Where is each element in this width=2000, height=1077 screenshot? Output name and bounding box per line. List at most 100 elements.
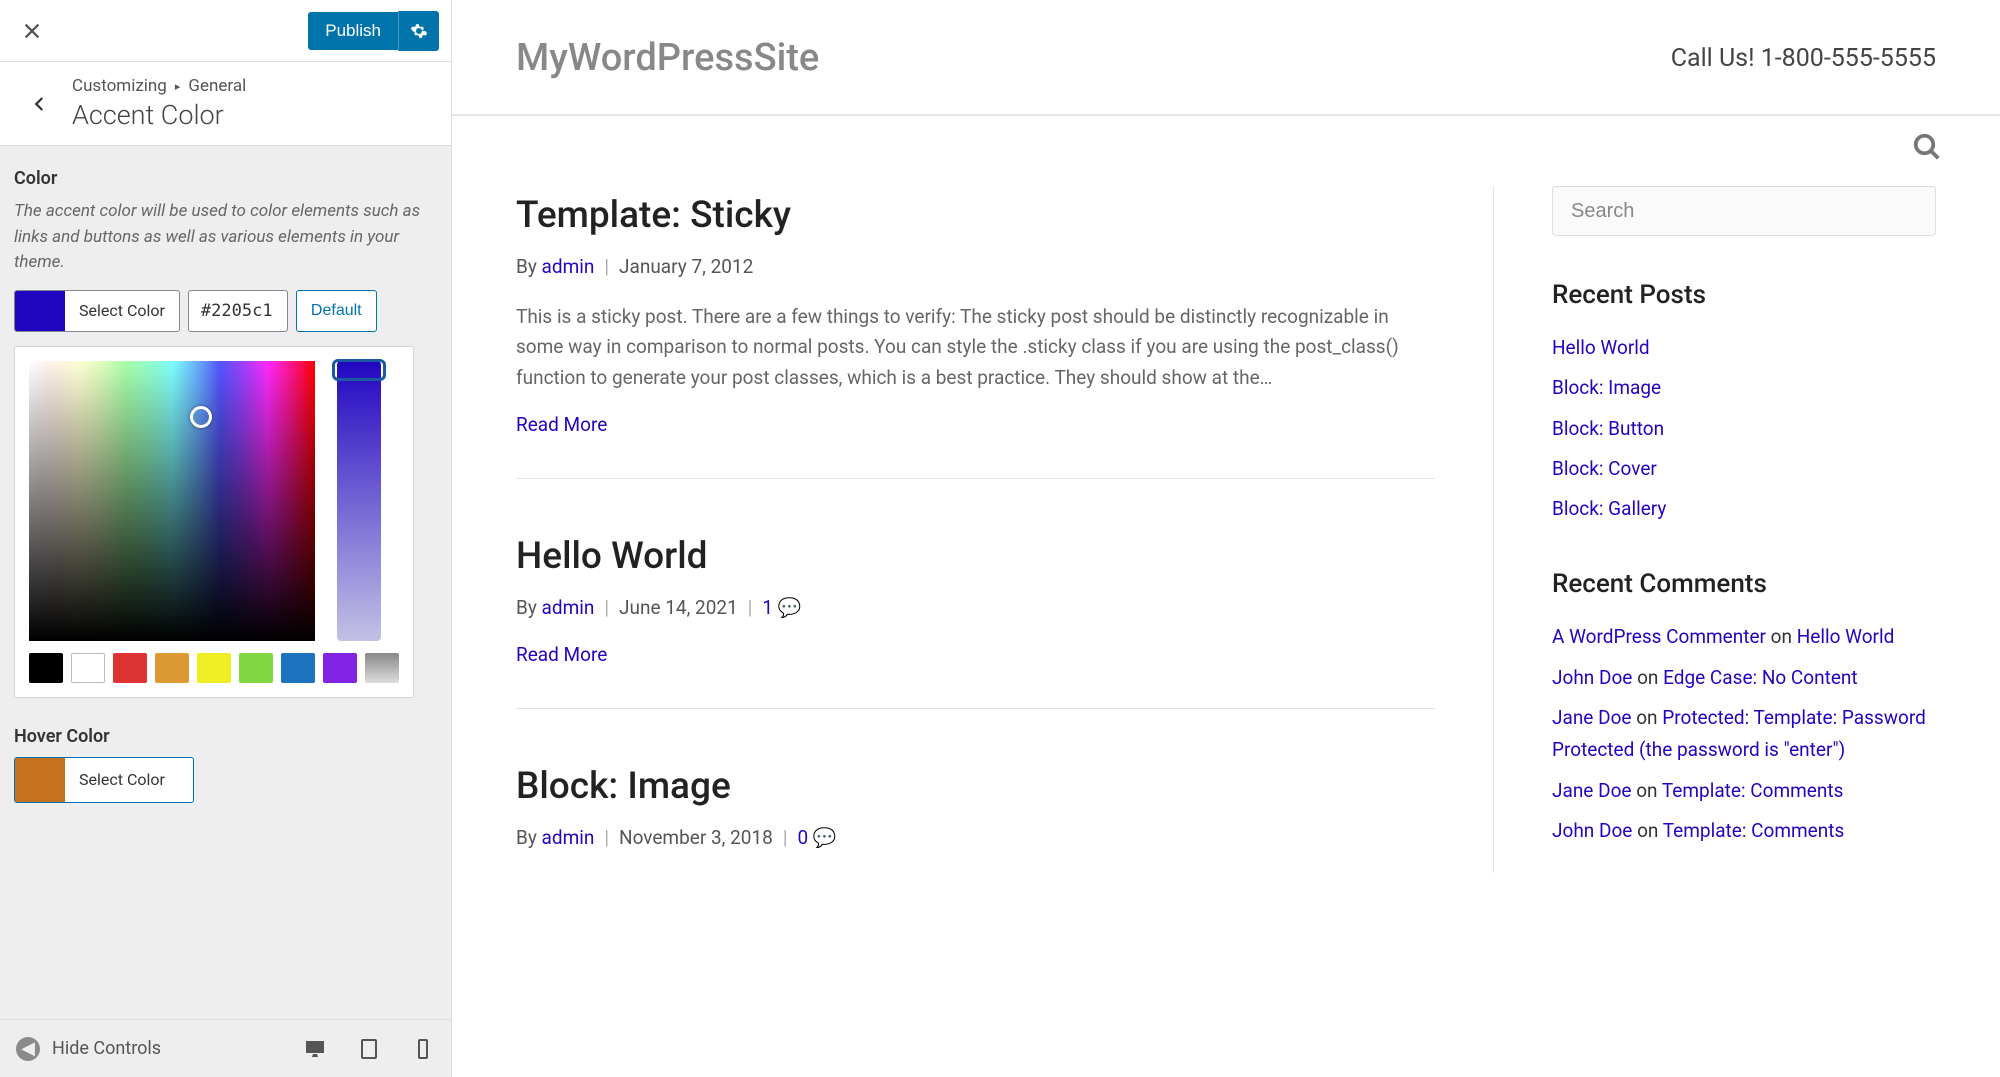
publish-group: Publish (308, 11, 439, 51)
breadcrumb: Customizing ▸ General (72, 76, 246, 96)
post-comments-link[interactable]: 1 💬 (762, 596, 801, 619)
recent-post-link[interactable]: Block: Button (1552, 417, 1664, 440)
meta-sep: | (748, 596, 753, 619)
recent-posts-widget: Recent Posts Hello WorldBlock: ImageBloc… (1552, 280, 1936, 525)
recent-comment-item: Jane Doe on Protected: Template: Passwor… (1552, 702, 1936, 767)
sidebar-footer: ◀ Hide Controls (0, 1019, 451, 1077)
default-button[interactable]: Default (296, 290, 377, 332)
read-more-link[interactable]: Read More (516, 643, 607, 666)
preset-green[interactable] (239, 653, 273, 683)
on-text: on (1766, 625, 1797, 648)
post-title[interactable]: Template: Sticky (516, 194, 1435, 237)
preset-orange[interactable] (155, 653, 189, 683)
post-meta: By admin | January 7, 2012 (516, 255, 1435, 278)
site-title[interactable]: MyWordPressSite (516, 36, 819, 80)
hue-slider[interactable] (337, 361, 381, 641)
saturation-value-area[interactable] (29, 361, 315, 641)
close-icon (21, 20, 43, 42)
select-color-button[interactable]: Select Color (14, 290, 180, 332)
recent-post-link[interactable]: Block: Image (1552, 376, 1661, 399)
publish-button[interactable]: Publish (308, 12, 398, 50)
post-date: January 7, 2012 (619, 255, 753, 278)
search-input[interactable] (1552, 186, 1936, 236)
hover-select-color-label: Select Color (65, 758, 179, 802)
recent-post-item: Block: Button (1552, 413, 1936, 445)
hover-field-label: Hover Color (14, 726, 437, 747)
gear-icon (410, 22, 428, 40)
post-title[interactable]: Block: Image (516, 765, 1435, 808)
breadcrumb-current: General (188, 76, 246, 96)
post: Hello World By admin|June 14, 2021|1 💬 R… (516, 527, 1435, 709)
post: Template: Sticky By admin | January 7, 201… (516, 186, 1435, 479)
post-by: By (516, 255, 542, 278)
comment-author-link[interactable]: Jane Doe (1552, 779, 1631, 802)
recent-post-item: Block: Image (1552, 372, 1936, 404)
recent-comments-widget: Recent Comments A WordPress Commenter on… (1552, 569, 1936, 847)
color-picker (14, 346, 414, 698)
preview-toolbar (452, 116, 2000, 166)
post-meta: By admin | November 3, 2018 | 0 💬 (516, 826, 1435, 849)
meta-sep: | (783, 826, 788, 849)
post-author-link[interactable]: admin (542, 596, 595, 619)
on-text: on (1632, 819, 1662, 842)
post-date: November 3, 2018 (619, 826, 773, 849)
post-title[interactable]: Hello World (516, 535, 1435, 578)
breadcrumb-root: Customizing (72, 76, 167, 96)
comment-author-link[interactable]: Jane Doe (1552, 706, 1631, 729)
preset-yellow[interactable] (197, 653, 231, 683)
recent-posts-list: Hello World Block: Image Block: Button Bloc… (1552, 332, 1936, 525)
preset-purple[interactable] (323, 653, 357, 683)
meta-sep: | (604, 826, 609, 849)
comment-author-link[interactable]: John Doe (1552, 666, 1632, 689)
meta-sep: | (604, 596, 609, 619)
site-header: MyWordPressSite Call Us! 1-800-555-5555 (452, 0, 2000, 116)
tablet-preview-button[interactable] (357, 1037, 381, 1061)
comment-post-link[interactable]: Template: Comments (1663, 819, 1845, 842)
post-author-link[interactable]: admin (542, 255, 595, 278)
post-by: By (516, 826, 542, 849)
search-toggle-button[interactable] (1912, 132, 1942, 166)
read-more-link[interactable]: Read More (516, 413, 607, 436)
hue-handle[interactable] (332, 359, 386, 381)
comment-icon: 💬 (778, 596, 802, 619)
desktop-preview-button[interactable] (303, 1037, 327, 1061)
hide-controls-button[interactable]: ◀ Hide Controls (16, 1037, 161, 1061)
recent-post-link[interactable]: Block: Gallery (1552, 497, 1666, 520)
customizer-sidebar: Publish Customizing ▸ General Accent Col… (0, 0, 452, 1077)
publish-settings-button[interactable] (398, 11, 439, 51)
hex-input[interactable] (188, 290, 288, 332)
preset-white[interactable] (71, 653, 105, 683)
sidebar-column: Recent Posts Hello WorldBlock: ImageBloc… (1552, 186, 1936, 873)
collapse-icon: ◀ (16, 1037, 40, 1061)
close-button[interactable] (0, 0, 64, 62)
back-button[interactable] (22, 80, 58, 128)
search-icon (1912, 132, 1942, 162)
preset-blue[interactable] (281, 653, 315, 683)
preset-custom[interactable] (365, 653, 399, 683)
hover-color-swatch (15, 758, 65, 802)
comment-author-link[interactable]: John Doe (1552, 819, 1632, 842)
meta-sep: | (604, 255, 609, 278)
comment-post-link[interactable]: Hello World (1797, 625, 1895, 648)
comment-post-link[interactable]: Template: Comments (1662, 779, 1844, 802)
recent-comment-item: Jane Doe on Template: Comments (1552, 775, 1936, 807)
post-author-link[interactable]: admin (542, 826, 595, 849)
color-field-label: Color (14, 168, 437, 189)
recent-post-link[interactable]: Hello World (1552, 336, 1650, 359)
comment-post-link[interactable]: Edge Case: No Content (1663, 666, 1858, 689)
recent-comment-item: John Doe on Edge Case: No Content (1552, 662, 1936, 694)
color-control-row: Select Color Default (14, 290, 437, 332)
picker-handle[interactable] (190, 406, 212, 428)
comment-author-link[interactable]: A WordPress Commenter (1552, 625, 1766, 648)
breadcrumb-sep-icon: ▸ (175, 80, 181, 93)
hover-select-color-button[interactable]: Select Color (14, 757, 194, 803)
mobile-preview-button[interactable] (411, 1037, 435, 1061)
recent-post-item: Hello World (1552, 332, 1936, 364)
preset-red[interactable] (113, 653, 147, 683)
preset-black[interactable] (29, 653, 63, 683)
main-column: Template: Sticky By admin | January 7, 201… (516, 186, 1494, 873)
site-preview: MyWordPressSite Call Us! 1-800-555-5555 … (452, 0, 2000, 1077)
recent-post-link[interactable]: Block: Cover (1552, 457, 1657, 480)
post-comments-link[interactable]: 0 💬 (797, 826, 836, 849)
preview-body: Template: Sticky By admin | January 7, 201… (452, 166, 2000, 873)
